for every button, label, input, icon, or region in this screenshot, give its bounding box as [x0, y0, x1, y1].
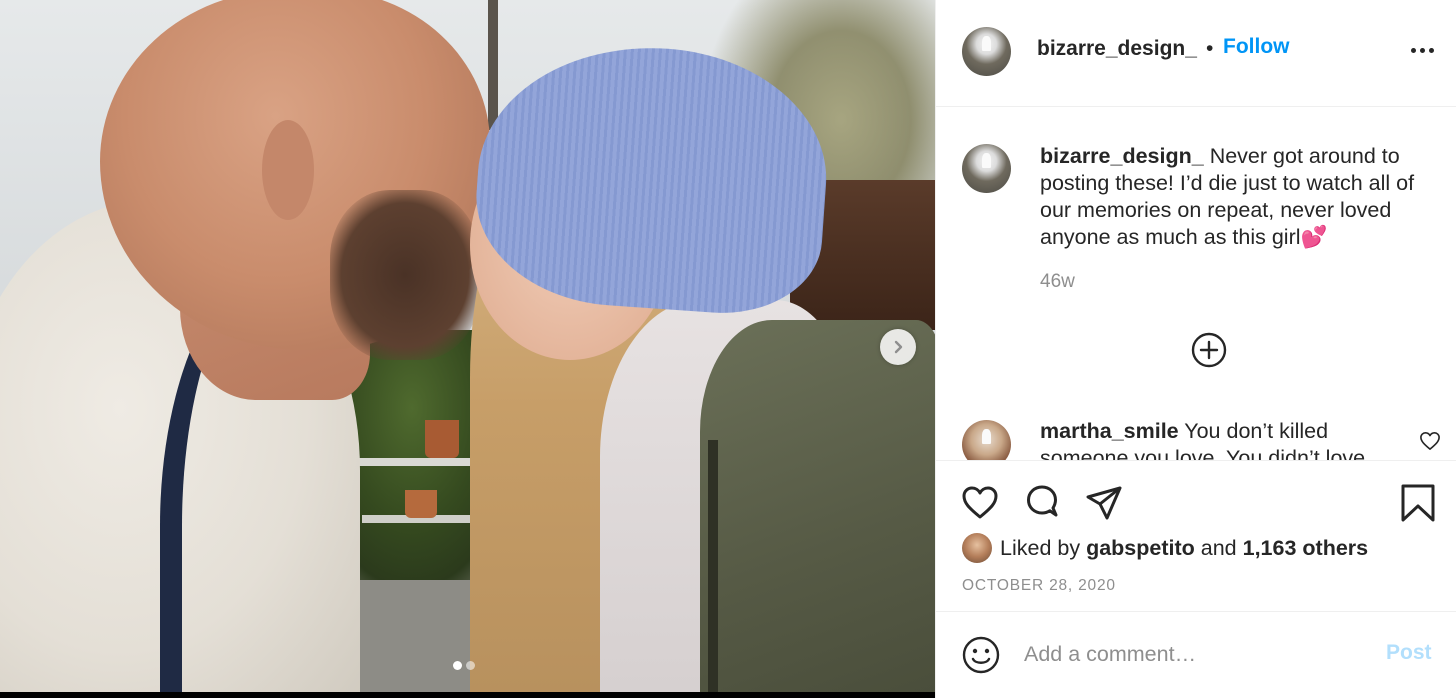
photo-man-beard [330, 190, 480, 360]
post-header: bizarre_design_ • Follow [936, 0, 1456, 107]
add-comment-bar: Post [936, 611, 1456, 698]
comment-icon[interactable] [1022, 483, 1062, 523]
share-icon[interactable] [1084, 483, 1124, 523]
carousel-next-button[interactable] [880, 329, 916, 365]
post-photo[interactable] [0, 0, 935, 692]
carousel-dot-active [453, 661, 462, 670]
likes-prefix: Liked by [1000, 535, 1081, 560]
carousel-dot [466, 661, 475, 670]
liker-avatar [962, 533, 992, 563]
caption-username[interactable]: bizarre_design_ [1040, 144, 1204, 168]
comment-item: martha_smile You don’t killed someone yo… [1040, 418, 1420, 460]
comment-input[interactable] [1024, 637, 1364, 671]
likes-and: and [1200, 535, 1237, 560]
two-hearts-emoji: 💕 [1300, 225, 1328, 249]
photo-plant-pot [425, 420, 459, 458]
add-circle-icon[interactable] [1191, 332, 1227, 368]
emoji-icon[interactable] [962, 636, 1000, 674]
post-age[interactable]: 46w [1040, 271, 1075, 293]
likes-count[interactable]: 1,163 others [1243, 536, 1368, 560]
chevron-right-icon [894, 340, 903, 354]
post-actions: Liked by gabspetito and 1,163 others OCT… [936, 460, 1456, 612]
photo-woman-coat [700, 320, 935, 692]
carousel-indicator [453, 661, 475, 670]
photo-pole [488, 0, 498, 130]
comment-username[interactable]: martha_smile [1040, 419, 1179, 443]
photo-bottom-edge [0, 692, 935, 698]
more-options-icon[interactable] [1407, 38, 1437, 62]
liker-username[interactable]: gabspetito [1086, 536, 1195, 560]
likes-summary[interactable]: Liked by gabspetito and 1,163 others [962, 533, 1368, 563]
comment-like-heart-icon[interactable] [1419, 431, 1441, 451]
author-avatar[interactable] [962, 27, 1011, 76]
header-separator: • [1206, 37, 1214, 60]
photo-man-ear [262, 120, 314, 220]
post-details-panel: bizarre_design_ • Follow bizarre_design_… [935, 0, 1456, 698]
author-username[interactable]: bizarre_design_ [1037, 37, 1197, 61]
follow-button[interactable]: Follow [1223, 35, 1290, 59]
commenter-avatar[interactable] [962, 420, 1011, 460]
photo-plant-pot [405, 490, 437, 518]
photo-coat-zipper [708, 440, 718, 692]
comments-section[interactable]: bizarre_design_ Never got around to post… [936, 107, 1456, 460]
like-heart-icon[interactable] [960, 483, 1000, 523]
post-comment-button[interactable]: Post [1386, 641, 1432, 665]
post-caption: bizarre_design_ Never got around to post… [1040, 143, 1442, 251]
post-date: OCTOBER 28, 2020 [962, 577, 1116, 594]
save-bookmark-icon[interactable] [1398, 483, 1438, 523]
caption-author-avatar[interactable] [962, 144, 1011, 193]
